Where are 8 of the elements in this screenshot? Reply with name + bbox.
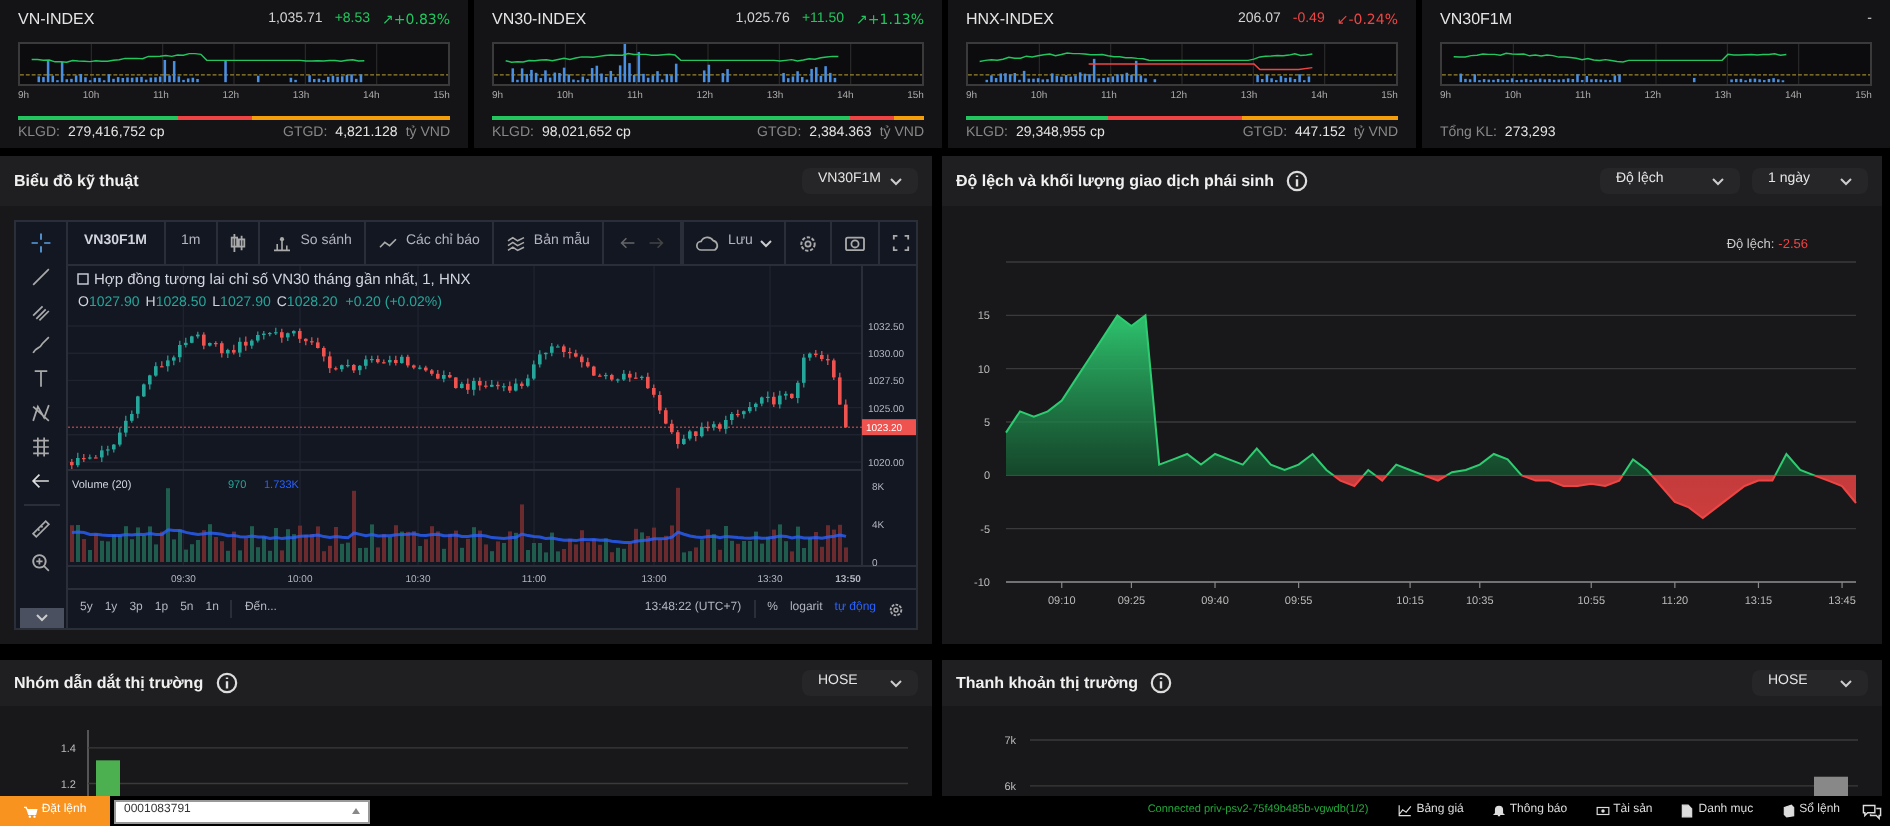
panel-title: Độ lệch và khối lượng giao dịch phái sinh [956,169,1275,193]
index-name: VN-INDEX [18,8,95,32]
index-name: VN30-INDEX [492,8,587,32]
panel-title: Nhóm dẫn dắt thị trường [14,671,204,695]
panel-title: Thanh khoản thị trường [956,671,1139,695]
index-name: VN30F1M [1440,8,1513,32]
index-name: HNX-INDEX [966,8,1055,32]
panel-title: Biểu đồ kỹ thuật [14,169,139,193]
